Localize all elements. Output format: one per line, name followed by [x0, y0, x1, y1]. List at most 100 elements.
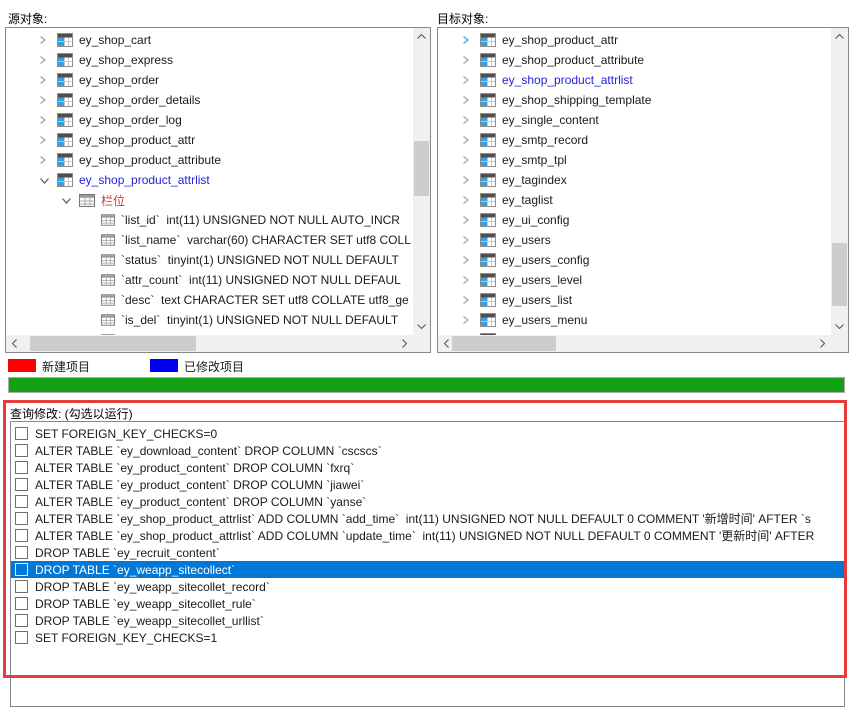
scroll-up-button[interactable] — [413, 28, 430, 45]
sql-row[interactable]: DROP TABLE `ey_weapp_sitecollet_urllist` — [11, 612, 844, 629]
sql-row[interactable]: SET FOREIGN_KEY_CHECKS=1 — [11, 629, 844, 646]
tree-expander[interactable] — [39, 155, 57, 165]
sql-checkbox[interactable] — [15, 512, 28, 525]
tree-item[interactable]: `is_del` tinyint(1) UNSIGNED NOT NULL DE… — [6, 310, 413, 330]
sql-row[interactable]: ALTER TABLE `ey_download_content` DROP C… — [11, 442, 844, 459]
tree-expander[interactable] — [462, 95, 480, 105]
tree-item[interactable]: ey_smtp_tpl — [438, 150, 831, 170]
sql-checkbox[interactable] — [15, 529, 28, 542]
chevron-right-icon — [462, 75, 470, 85]
tree-expander[interactable] — [39, 75, 57, 85]
sql-row[interactable]: DROP TABLE `ey_weapp_sitecollet_rule` — [11, 595, 844, 612]
sql-checkbox[interactable] — [15, 478, 28, 491]
legend-new-label: 新建项目 — [42, 358, 90, 375]
sql-checkbox[interactable] — [15, 631, 28, 644]
sql-row[interactable]: DROP TABLE `ey_recruit_content` — [11, 544, 844, 561]
tree-expander[interactable] — [462, 75, 480, 85]
scrollbar-thumb[interactable] — [452, 336, 556, 351]
tree-expander[interactable] — [462, 135, 480, 145]
tree-item[interactable]: ey_shop_express — [6, 50, 413, 70]
source-horizontal-scrollbar[interactable] — [6, 335, 413, 352]
tree-item[interactable]: `attr_count` int(11) UNSIGNED NOT NULL D… — [6, 270, 413, 290]
scroll-right-button[interactable] — [396, 335, 413, 352]
tree-expander[interactable] — [462, 35, 480, 45]
tree-item[interactable]: ey_ui_config — [438, 210, 831, 230]
tree-item[interactable]: ey_shop_order_log — [6, 110, 413, 130]
scroll-down-button[interactable] — [413, 318, 430, 335]
tree-item[interactable]: ey_shop_order — [6, 70, 413, 90]
sql-row[interactable]: ALTER TABLE `ey_product_content` DROP CO… — [11, 476, 844, 493]
tree-item[interactable]: ey_shop_product_attrlist — [6, 170, 413, 190]
sql-checkbox[interactable] — [15, 563, 28, 576]
tree-expander[interactable] — [39, 55, 57, 65]
scroll-right-button[interactable] — [814, 335, 831, 352]
tree-expander[interactable] — [462, 235, 480, 245]
tree-expander[interactable] — [39, 95, 57, 105]
tree-expander[interactable] — [61, 196, 79, 205]
sql-checkbox[interactable] — [15, 444, 28, 457]
tree-item[interactable]: ey_shop_product_attrlist — [438, 70, 831, 90]
tree-item[interactable]: 栏位 — [6, 190, 413, 210]
sql-checkbox[interactable] — [15, 597, 28, 610]
tree-item[interactable]: ey_shop_order_details — [6, 90, 413, 110]
tree-item[interactable]: ey_shop_cart — [6, 30, 413, 50]
tree-item[interactable]: ey_users_menu — [438, 310, 831, 330]
sql-row[interactable]: DROP TABLE `ey_weapp_sitecollect` — [11, 561, 844, 578]
table-icon — [57, 73, 73, 87]
tree-expander[interactable] — [462, 295, 480, 305]
tree-expander[interactable] — [39, 35, 57, 45]
sql-row[interactable]: DROP TABLE `ey_weapp_sitecollet_record` — [11, 578, 844, 595]
sql-row[interactable]: ALTER TABLE `ey_product_content` DROP CO… — [11, 459, 844, 476]
sql-row[interactable]: SET FOREIGN_KEY_CHECKS=0 — [11, 425, 844, 442]
tree-item[interactable]: ey_shop_product_attribute — [438, 50, 831, 70]
tree-item[interactable]: `status` tinyint(1) UNSIGNED NOT NULL DE… — [6, 250, 413, 270]
tree-expander[interactable] — [39, 176, 57, 185]
tree-expander[interactable] — [462, 55, 480, 65]
scrollbar-thumb[interactable] — [30, 336, 196, 351]
tree-item[interactable]: ey_taglist — [438, 190, 831, 210]
tree-item-label: ey_ui_config — [502, 213, 569, 227]
tree-expander[interactable] — [462, 215, 480, 225]
tree-expander[interactable] — [462, 115, 480, 125]
target-vertical-scrollbar[interactable] — [831, 28, 848, 335]
tree-item[interactable]: ey_users_level — [438, 270, 831, 290]
tree-expander[interactable] — [462, 315, 480, 325]
sql-checkbox[interactable] — [15, 427, 28, 440]
scrollbar-thumb[interactable] — [414, 141, 429, 196]
tree-item[interactable]: ey_smtp_record — [438, 130, 831, 150]
sql-checkbox[interactable] — [15, 614, 28, 627]
tree-expander[interactable] — [462, 195, 480, 205]
tree-item[interactable]: `list_name` varchar(60) CHARACTER SET ut… — [6, 230, 413, 250]
target-horizontal-scrollbar[interactable] — [438, 335, 831, 352]
tree-item-label: ey_single_content — [502, 113, 599, 127]
tree-expander[interactable] — [462, 275, 480, 285]
sql-checkbox[interactable] — [15, 546, 28, 559]
tree-item[interactable]: ey_users_config — [438, 250, 831, 270]
tree-item[interactable]: ey_users — [438, 230, 831, 250]
sql-row[interactable]: ALTER TABLE `ey_product_content` DROP CO… — [11, 493, 844, 510]
tree-expander[interactable] — [39, 135, 57, 145]
tree-item[interactable]: ey_shop_product_attr — [438, 30, 831, 50]
tree-item[interactable]: ey_users_list — [438, 290, 831, 310]
source-vertical-scrollbar[interactable] — [413, 28, 430, 335]
sql-checkbox[interactable] — [15, 461, 28, 474]
tree-item[interactable]: ey_tagindex — [438, 170, 831, 190]
tree-item[interactable]: `desc` text CHARACTER SET utf8 COLLATE u… — [6, 290, 413, 310]
tree-expander[interactable] — [462, 155, 480, 165]
tree-item[interactable]: ey_shop_product_attr — [6, 130, 413, 150]
tree-expander[interactable] — [39, 115, 57, 125]
tree-item[interactable]: ey_shop_product_attribute — [6, 150, 413, 170]
scrollbar-thumb[interactable] — [832, 243, 847, 306]
scroll-left-button[interactable] — [6, 335, 23, 352]
tree-item[interactable]: ey_single_content — [438, 110, 831, 130]
sql-row[interactable]: ALTER TABLE `ey_shop_product_attrlist` A… — [11, 510, 844, 527]
tree-expander[interactable] — [462, 255, 480, 265]
scroll-down-button[interactable] — [831, 318, 848, 335]
tree-expander[interactable] — [462, 175, 480, 185]
sql-checkbox[interactable] — [15, 495, 28, 508]
tree-item[interactable]: ey_shop_shipping_template — [438, 90, 831, 110]
sql-row[interactable]: ALTER TABLE `ey_shop_product_attrlist` A… — [11, 527, 844, 544]
sql-checkbox[interactable] — [15, 580, 28, 593]
tree-item[interactable]: `list_id` int(11) UNSIGNED NOT NULL AUTO… — [6, 210, 413, 230]
scroll-up-button[interactable] — [831, 28, 848, 45]
